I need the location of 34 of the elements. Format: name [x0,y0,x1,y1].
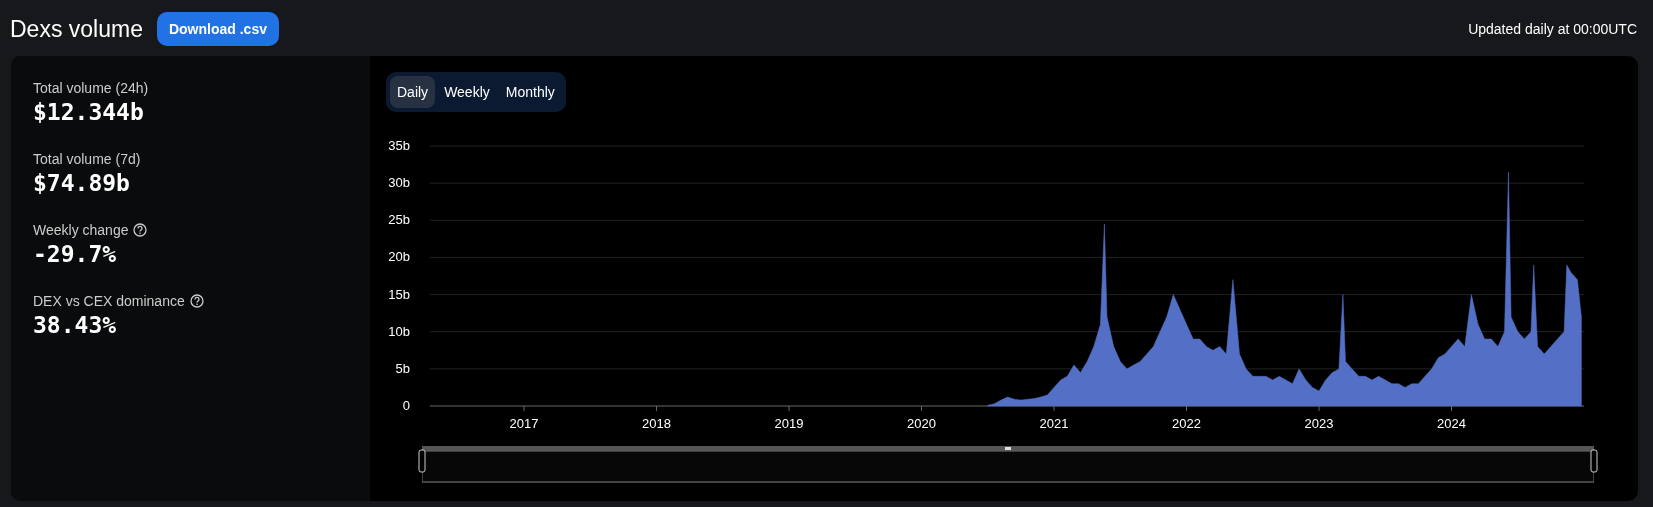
x-axis-label: 2022 [1172,416,1201,431]
stat-label: Total volume (7d) [33,151,141,167]
y-axis-label: 30b [388,175,410,191]
help-icon[interactable] [189,294,204,308]
stat-label: Total volume (24h) [33,80,149,96]
slider-handle[interactable] [418,449,426,473]
period-tab[interactable]: Daily [390,76,436,108]
y-axis-label: 5b [395,360,410,376]
download-button[interactable]: Download .csv [156,12,279,46]
period-tab[interactable]: Monthly [498,76,562,108]
y-axis-label: 10b [388,323,410,339]
update-note: Updated daily at 00:00UTC [1468,21,1637,37]
x-axis-label: 2023 [1304,416,1334,431]
stat-value: 38.43% [33,312,118,338]
x-axis-label: 2019 [774,416,804,431]
y-axis-label: 15b [388,286,410,302]
period-tab[interactable]: Weekly [437,76,497,108]
x-axis-label: 2024 [1437,416,1466,431]
y-axis-label: 35b [388,138,410,153]
x-axis-label: 2021 [1039,416,1069,431]
x-axis-label: 2017 [509,416,539,431]
help-icon[interactable] [133,223,148,237]
stat-value: -29.7% [33,241,118,267]
x-axis-label: 2020 [907,416,936,431]
slider-handle[interactable] [1590,449,1598,473]
stat-value: $74.89b [33,170,131,196]
x-axis-label: 2018 [642,416,671,431]
stat-label: DEX vs CEX dominance [33,293,185,309]
y-axis-label: 20b [388,249,410,265]
stat-label: Weekly change [33,222,129,238]
stat-value: $12.344b [33,99,145,125]
y-axis-label: 0 [402,398,410,413]
page-title: Dexs volume [10,15,143,43]
y-axis-label: 25b [388,212,410,228]
